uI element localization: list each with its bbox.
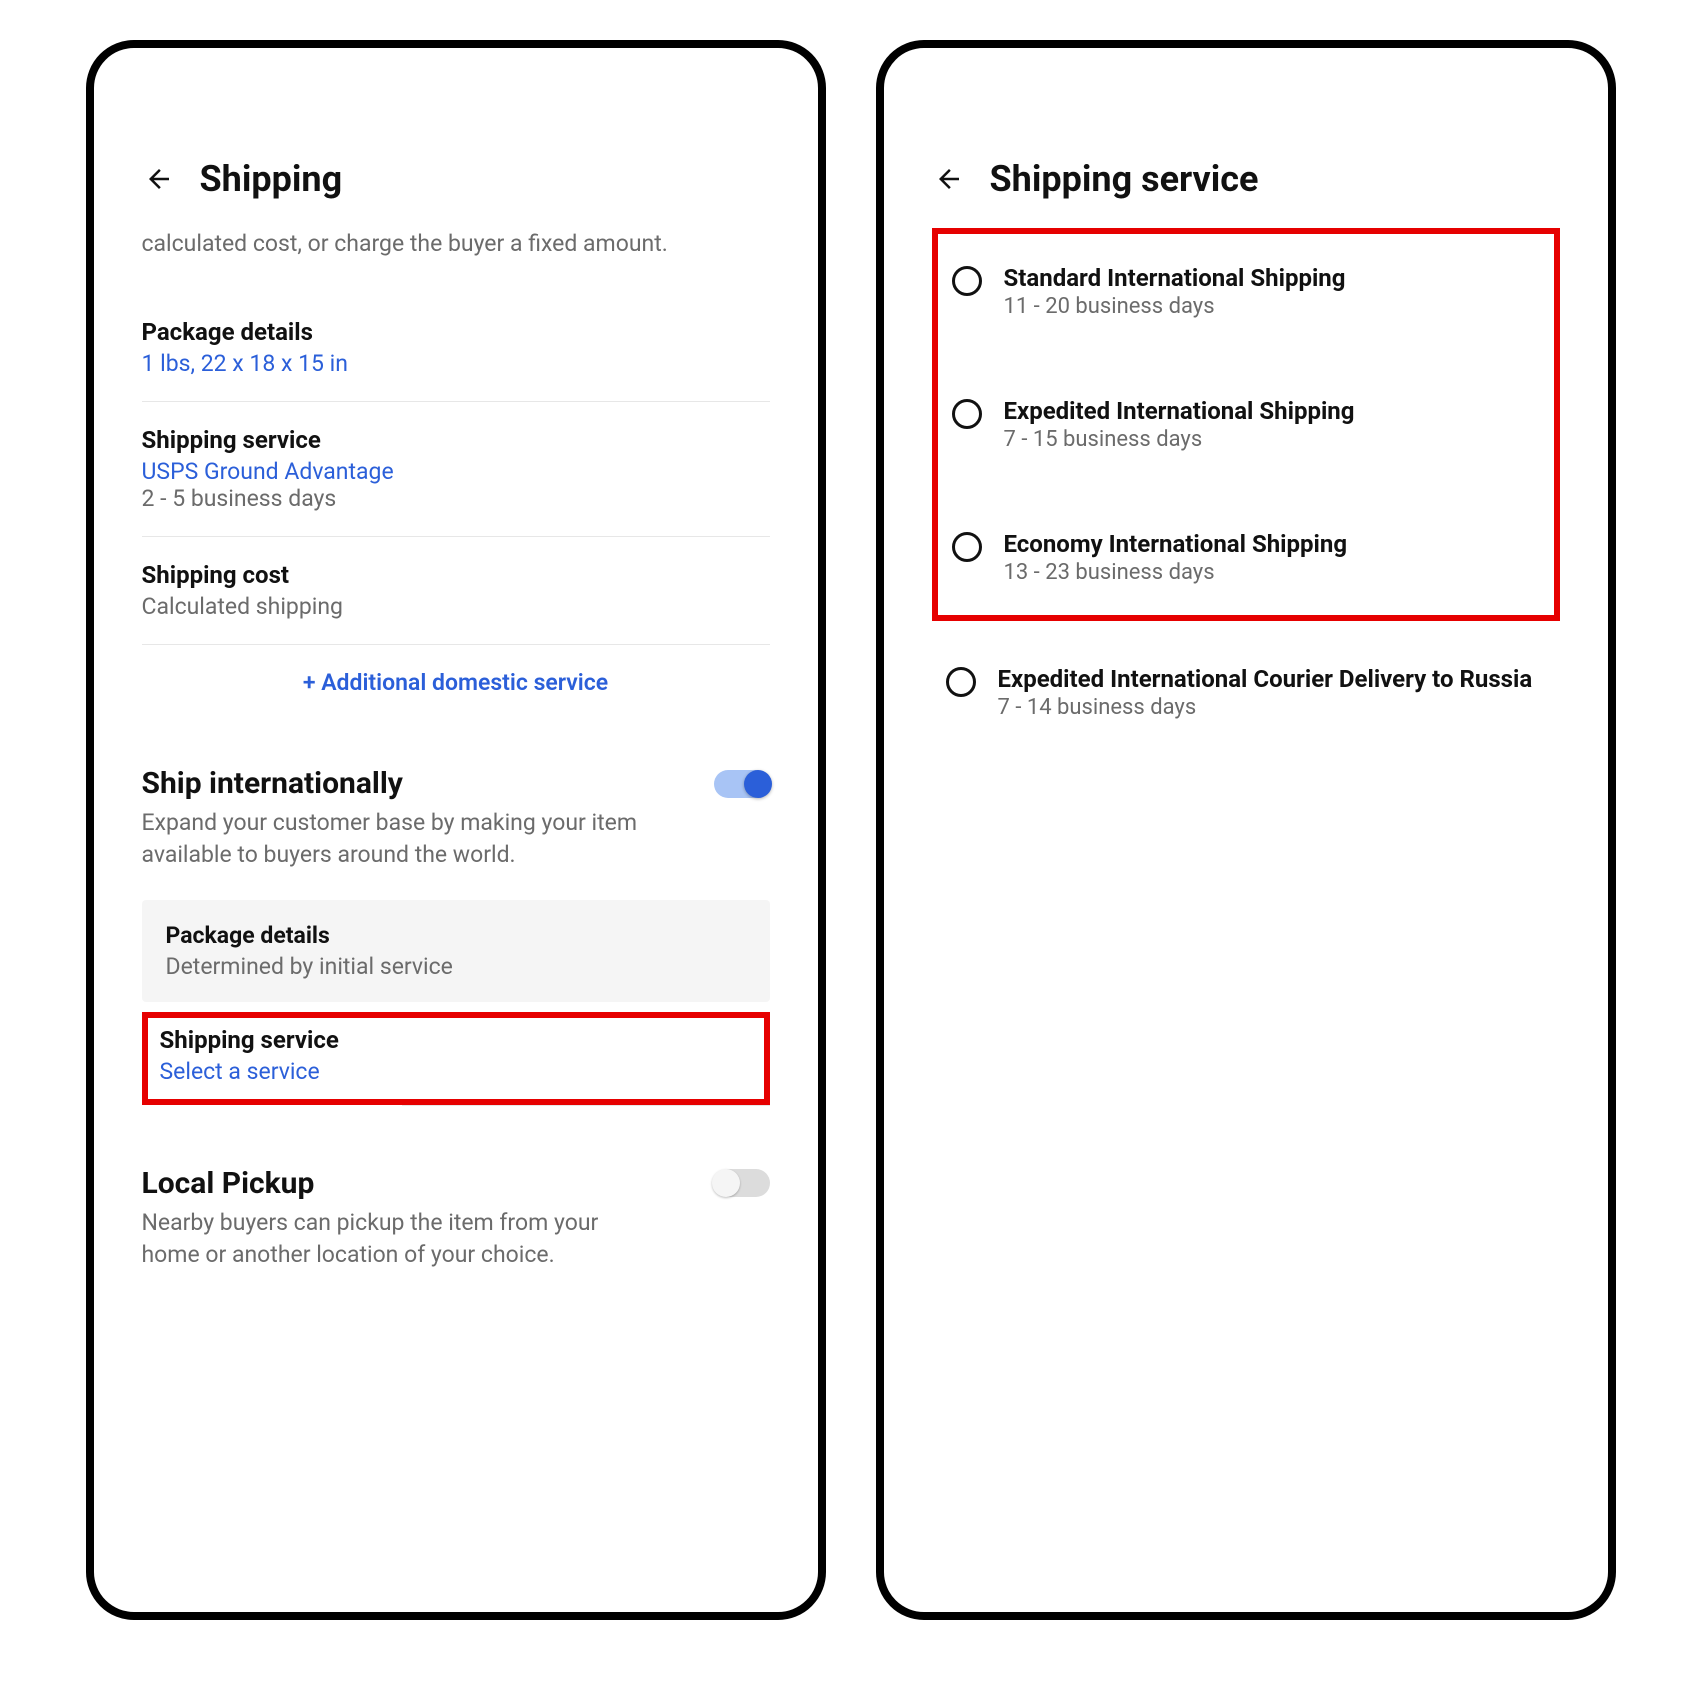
option-title: Expedited International Shipping [1004, 397, 1355, 425]
radio-icon [952, 266, 982, 296]
shipping-cost-item[interactable]: Shipping cost Calculated shipping [142, 543, 770, 638]
local-pickup-title: Local Pickup [142, 1166, 315, 1201]
highlighted-options-group: Standard International Shipping 11 - 20 … [932, 228, 1560, 621]
radio-icon [946, 667, 976, 697]
local-pickup-toggle[interactable] [714, 1169, 770, 1197]
add-domestic-service-button[interactable]: + Additional domestic service [142, 651, 770, 726]
page-title: Shipping service [990, 158, 1259, 200]
option-sub: 11 - 20 business days [1004, 294, 1346, 319]
shipping-options-list: Standard International Shipping 11 - 20 … [932, 228, 1560, 744]
package-details-label: Package details [142, 318, 770, 346]
package-details-item[interactable]: Package details 1 lbs, 22 x 18 x 15 in [142, 300, 770, 395]
option-title: Standard International Shipping [1004, 264, 1346, 292]
arrow-left-icon [144, 164, 174, 194]
option-title: Expedited International Courier Delivery… [998, 665, 1533, 693]
back-button[interactable] [142, 162, 176, 196]
phone-right: Shipping service Standard International … [876, 40, 1616, 1620]
divider [142, 536, 770, 537]
ship-internationally-section: Ship internationally Expand your custome… [142, 766, 770, 1105]
ship-intl-toggle[interactable] [714, 770, 770, 798]
toggle-knob [712, 1169, 740, 1197]
shipping-option-economy-intl[interactable]: Economy International Shipping 13 - 23 b… [948, 506, 1544, 609]
arrow-left-icon [934, 164, 964, 194]
option-sub: 13 - 23 business days [1004, 560, 1348, 585]
intro-text: calculated cost, or charge the buyer a f… [142, 228, 770, 260]
divider [402, 1105, 770, 1106]
intl-shipping-service-select[interactable]: Select a service [160, 1058, 752, 1085]
header-row: Shipping [142, 158, 770, 200]
intl-package-details-card: Package details Determined by initial se… [142, 900, 770, 1002]
header-row: Shipping service [932, 158, 1560, 200]
option-title: Economy International Shipping [1004, 530, 1348, 558]
ship-intl-desc: Expand your customer base by making your… [142, 807, 662, 871]
option-sub: 7 - 14 business days [998, 695, 1533, 720]
divider [142, 401, 770, 402]
divider [142, 644, 770, 645]
intl-shipping-service-label: Shipping service [160, 1026, 752, 1054]
ship-intl-title: Ship internationally [142, 766, 403, 801]
shipping-option-standard-intl[interactable]: Standard International Shipping 11 - 20 … [948, 240, 1544, 343]
shipping-option-expedited-russia[interactable]: Expedited International Courier Delivery… [932, 641, 1560, 744]
intl-package-details-label: Package details [166, 922, 746, 949]
shipping-option-expedited-intl[interactable]: Expedited International Shipping 7 - 15 … [948, 373, 1544, 476]
intl-shipping-service-highlight: Shipping service Select a service [142, 1012, 770, 1105]
shipping-service-label: Shipping service [142, 426, 770, 454]
shipping-service-item[interactable]: Shipping service USPS Ground Advantage 2… [142, 408, 770, 530]
option-sub: 7 - 15 business days [1004, 427, 1355, 452]
shipping-cost-value: Calculated shipping [142, 593, 770, 620]
package-details-value[interactable]: 1 lbs, 22 x 18 x 15 in [142, 350, 770, 377]
local-pickup-desc: Nearby buyers can pickup the item from y… [142, 1207, 662, 1271]
phone-left: Shipping calculated cost, or charge the … [86, 40, 826, 1620]
shipping-service-value[interactable]: USPS Ground Advantage [142, 458, 770, 485]
intl-package-details-value: Determined by initial service [166, 953, 746, 980]
local-pickup-section: Local Pickup Nearby buyers can pickup th… [142, 1166, 770, 1271]
page-title: Shipping [200, 158, 343, 200]
radio-icon [952, 532, 982, 562]
shipping-service-days: 2 - 5 business days [142, 485, 770, 512]
radio-icon [952, 399, 982, 429]
shipping-cost-label: Shipping cost [142, 561, 770, 589]
back-button[interactable] [932, 162, 966, 196]
toggle-knob [744, 770, 772, 798]
